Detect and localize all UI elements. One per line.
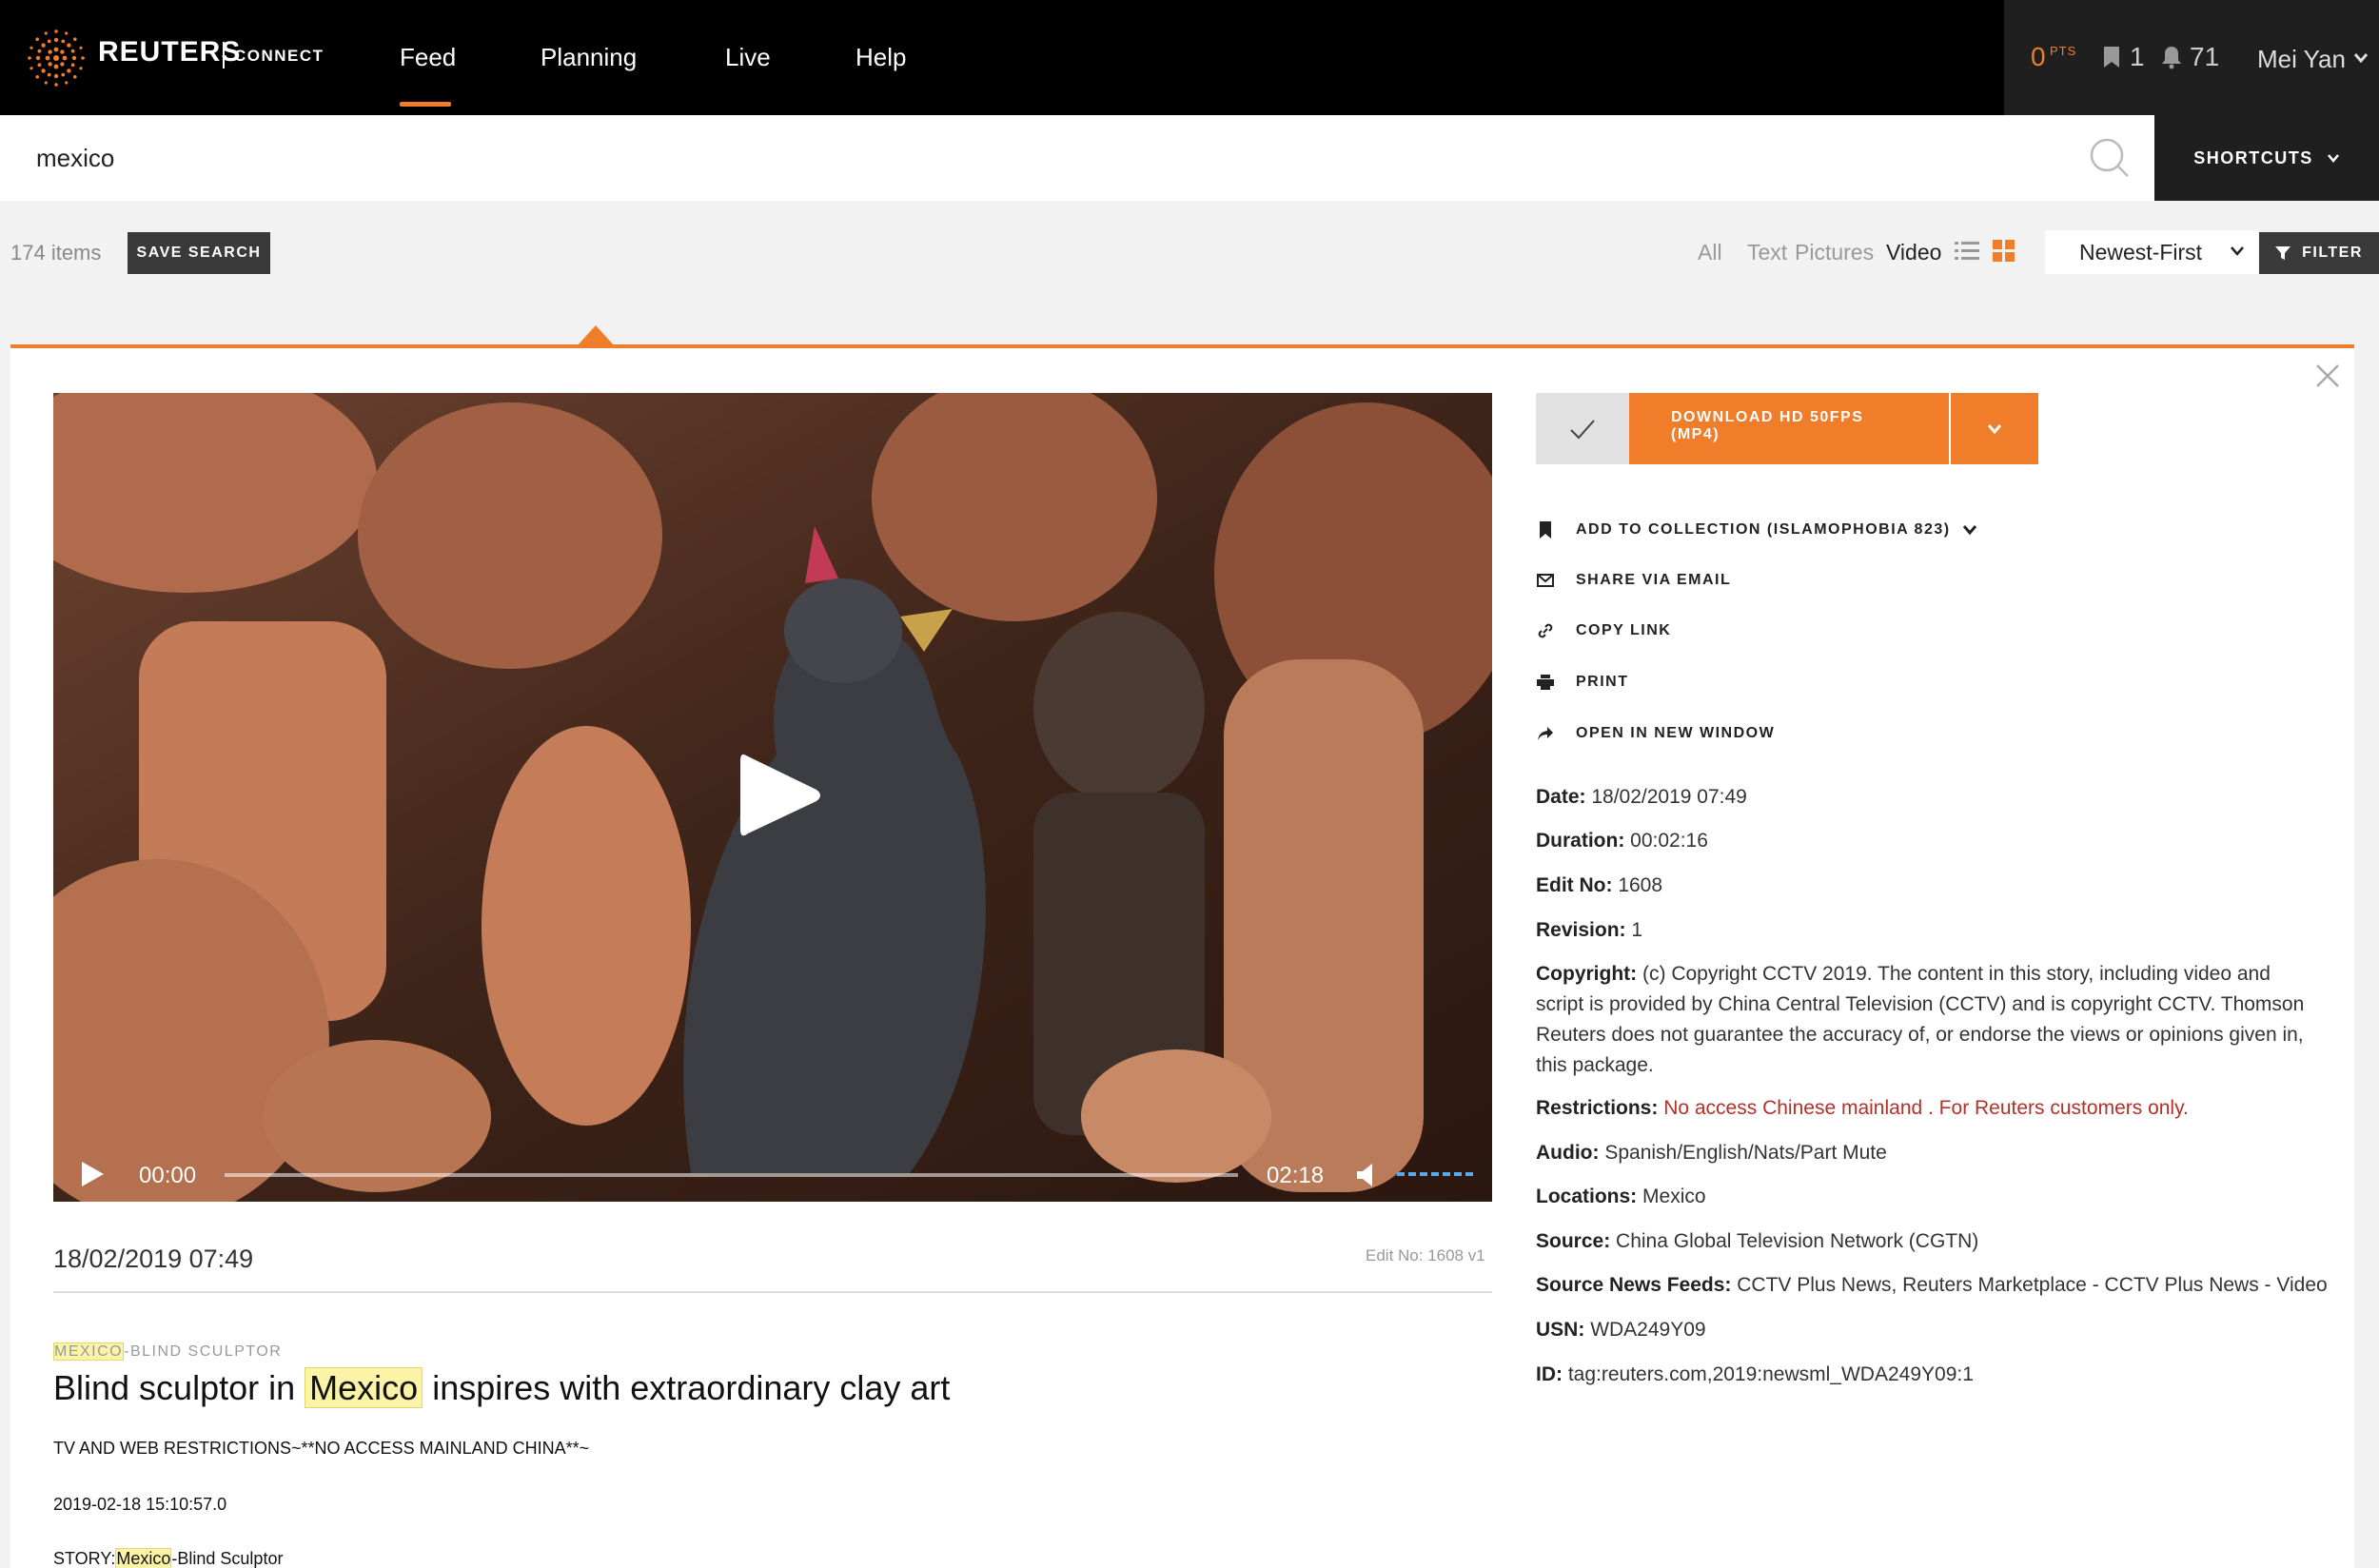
nav-planning[interactable]: Planning	[541, 43, 637, 72]
type-filter-video[interactable]: Video	[1886, 240, 1941, 265]
chevron-down-icon[interactable]	[2230, 245, 2245, 257]
story-slug: MEXICO-BLIND SCULPTOR	[53, 1343, 282, 1361]
download-label-line2: (MP4)	[1671, 426, 1720, 442]
headline-after: inspires with extraordinary clay art	[432, 1368, 951, 1407]
play-icon[interactable]	[80, 1161, 105, 1187]
link-icon	[1538, 623, 1553, 638]
filter-button[interactable]: FILTER	[2259, 232, 2379, 274]
meta-date: Date: 18/02/2019 07:49	[1536, 786, 1747, 808]
bookmark-count[interactable]: 1	[2130, 42, 2145, 72]
save-search-button[interactable]: SAVE SEARCH	[128, 232, 270, 274]
slug-rest: -BLIND SCULPTOR	[124, 1343, 283, 1360]
print-label: PRINT	[1576, 674, 1629, 690]
meta-usn: USN: WDA249Y09	[1536, 1319, 1706, 1341]
story-highlight: Mexico	[115, 1548, 172, 1568]
type-filter-all[interactable]: All	[1698, 240, 1722, 265]
chevron-down-icon[interactable]	[2353, 52, 2369, 64]
user-menu[interactable]: Mei Yan	[2257, 45, 2346, 74]
progress-bar[interactable]	[225, 1173, 1238, 1177]
meta-audio: Audio: Spanish/English/Nats/Part Mute	[1536, 1142, 1887, 1164]
chevron-down-icon	[1962, 525, 1976, 536]
share-via-email-label: SHARE VIA EMAIL	[1576, 572, 1732, 588]
bookmark-icon[interactable]	[2103, 46, 2120, 69]
list-view-icon[interactable]	[1955, 240, 1979, 263]
results-count: 174 items	[10, 241, 102, 265]
open-in-new-window-button[interactable]: OPEN IN NEW WINDOW	[1536, 725, 1775, 742]
copy-link-button[interactable]: COPY LINK	[1536, 622, 1671, 639]
grid-view-icon[interactable]	[1993, 240, 2015, 263]
chevron-down-icon	[1987, 423, 2002, 434]
meta-revision: Revision: 1	[1536, 919, 1643, 941]
shortcuts-label: SHORTCUTS	[2193, 147, 2313, 167]
meta-duration: Duration: 00:02:16	[1536, 830, 1708, 852]
meta-restrictions: Restrictions: No access Chinese mainland…	[1536, 1097, 2189, 1119]
bell-icon[interactable]	[2161, 45, 2182, 69]
email-icon	[1537, 574, 1554, 587]
current-time: 00:00	[139, 1163, 197, 1188]
play-button-icon[interactable]	[740, 752, 822, 839]
story-rest: -Blind Sculptor	[171, 1549, 284, 1568]
volume-slider[interactable]	[1397, 1172, 1473, 1176]
meta-edit-number: Edit No: 1608	[1536, 874, 1663, 896]
bookmark-icon	[1540, 521, 1551, 539]
funnel-icon	[2275, 246, 2291, 260]
select-checkbox[interactable]	[1536, 393, 1629, 464]
download-button[interactable]: DOWNLOAD HD 50FPS (MP4)	[1629, 393, 1949, 464]
story-edit-number: Edit No: 1608 v1	[1366, 1246, 1485, 1264]
story-line: STORY:Mexico-Blind Sculptor	[53, 1548, 284, 1568]
nav-feed[interactable]: Feed	[400, 43, 456, 72]
sort-select[interactable]: Newest-First	[2045, 230, 2258, 274]
type-filter-pictures[interactable]: Pictures	[1795, 240, 1874, 265]
share-arrow-icon	[1538, 727, 1553, 740]
meta-source-news-feeds: Source News Feeds: CCTV Plus News, Reute…	[1536, 1274, 2328, 1296]
filter-label: FILTER	[2302, 245, 2363, 261]
print-button[interactable]: PRINT	[1536, 674, 1629, 691]
add-to-collection-button[interactable]: ADD TO COLLECTION (ISLAMOPHOBIA 823)	[1536, 520, 1977, 539]
headline-before: Blind sculptor in	[53, 1368, 296, 1407]
story-date: 18/02/2019 07:49	[53, 1245, 254, 1273]
type-filter-text[interactable]: Text	[1747, 240, 1787, 265]
download-label-line1: DOWNLOAD HD 50FPS	[1671, 409, 1864, 425]
story-body-line: 2019-02-18 15:10:57.0	[53, 1495, 227, 1514]
close-icon[interactable]	[2315, 363, 2340, 388]
nav-help[interactable]: Help	[855, 43, 906, 72]
slug-highlight: MEXICO	[53, 1343, 125, 1361]
search-bar	[0, 115, 2154, 201]
headline-highlight: Mexico	[305, 1367, 423, 1408]
story-label: STORY:	[53, 1549, 116, 1568]
add-to-collection-label: ADD TO COLLECTION (ISLAMOPHOBIA 823)	[1576, 521, 1951, 538]
panel-pointer	[577, 325, 615, 346]
story-body-line: TV AND WEB RESTRICTIONS~**NO ACCESS MAIN…	[53, 1439, 590, 1458]
active-nav-indicator	[400, 102, 451, 107]
open-in-new-window-label: OPEN IN NEW WINDOW	[1576, 725, 1776, 741]
meta-copyright: Copyright: (c) Copyright CCTV 2019. The …	[1536, 963, 2305, 1076]
checkmark-icon	[1570, 419, 1595, 439]
total-time: 02:18	[1267, 1163, 1325, 1188]
notification-count[interactable]: 71	[2190, 42, 2219, 72]
volume-icon[interactable]	[1355, 1163, 1378, 1187]
download-options-button[interactable]	[1951, 393, 2038, 464]
search-icon[interactable]	[2089, 137, 2133, 181]
shortcuts-button[interactable]: SHORTCUTS	[2154, 115, 2379, 201]
brand-divider	[223, 42, 225, 69]
story-headline: Blind sculptor in Mexico inspires with e…	[53, 1367, 951, 1408]
brand-subtitle[interactable]: CONNECT	[234, 47, 324, 66]
search-input[interactable]	[36, 136, 2035, 180]
brand-name[interactable]: REUTERS	[98, 36, 241, 69]
copy-link-label: COPY LINK	[1576, 622, 1672, 638]
points-count[interactable]: 0	[2031, 42, 2046, 72]
meta-id: ID: tag:reuters.com,2019:newsml_WDA249Y0…	[1536, 1363, 1974, 1385]
divider	[53, 1291, 1492, 1293]
meta-source: Source: China Global Television Network …	[1536, 1230, 1979, 1252]
reuters-dot-logo-icon[interactable]	[27, 29, 86, 88]
share-via-email-button[interactable]: SHARE VIA EMAIL	[1536, 572, 1731, 589]
print-icon	[1537, 675, 1554, 690]
meta-locations: Locations: Mexico	[1536, 1186, 1706, 1207]
nav-live[interactable]: Live	[725, 43, 771, 72]
chevron-down-icon	[2327, 154, 2339, 163]
points-label: PTS	[2050, 44, 2077, 58]
